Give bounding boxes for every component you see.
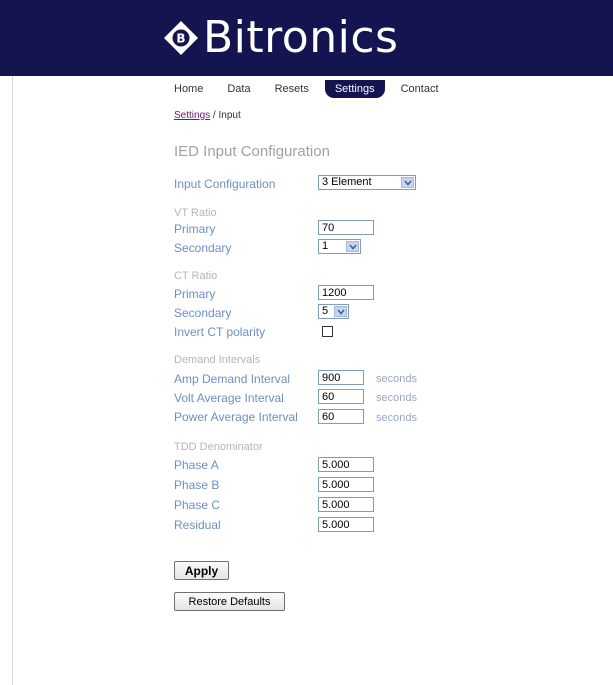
- volt-average-interval-input[interactable]: [318, 389, 364, 404]
- input-configuration-value: 3 Element: [322, 176, 372, 188]
- volt-average-unit: seconds: [376, 392, 417, 404]
- tdd-denominator-heading: TDD Denominator: [174, 441, 263, 453]
- chevron-down-icon: [346, 241, 359, 252]
- residual-label: Residual: [174, 518, 221, 532]
- breadcrumb-settings-link[interactable]: Settings: [174, 110, 210, 121]
- ct-secondary-value: 5: [322, 305, 329, 317]
- invert-ct-polarity-checkbox[interactable]: [322, 326, 333, 337]
- amp-demand-interval-input[interactable]: [318, 370, 364, 385]
- vt-secondary-label: Secondary: [174, 241, 232, 255]
- phase-a-label: Phase A: [174, 458, 219, 472]
- ct-ratio-heading: CT Ratio: [174, 270, 218, 282]
- vt-ratio-heading: VT Ratio: [174, 207, 217, 219]
- ct-primary-label: Primary: [174, 287, 216, 301]
- page-frame: [12, 0, 613, 685]
- brand-logo[interactable]: B Bitronics: [163, 10, 398, 66]
- nav-contact[interactable]: Contact: [401, 80, 439, 98]
- amp-demand-interval-label: Amp Demand Interval: [174, 372, 291, 386]
- vt-primary-label: Primary: [174, 222, 216, 236]
- nav-home[interactable]: Home: [174, 80, 203, 98]
- ct-secondary-label: Secondary: [174, 306, 232, 320]
- demand-intervals-heading: Demand Intervals: [174, 354, 261, 366]
- svg-text:B: B: [176, 32, 185, 46]
- phase-c-input[interactable]: [318, 497, 374, 512]
- vt-secondary-select[interactable]: 1: [318, 239, 361, 254]
- breadcrumb: Settings / Input: [174, 110, 241, 121]
- input-configuration-label: Input Configuration: [174, 177, 276, 191]
- power-average-interval-input[interactable]: [318, 409, 364, 424]
- phase-a-input[interactable]: [318, 457, 374, 472]
- chevron-down-icon: [401, 177, 414, 188]
- nav-settings[interactable]: Settings: [324, 80, 385, 98]
- nav-data[interactable]: Data: [227, 80, 250, 98]
- main-nav: Home Data Resets Settings Contact: [174, 78, 463, 100]
- residual-input[interactable]: [318, 517, 374, 532]
- vt-secondary-value: 1: [322, 240, 329, 252]
- phase-b-label: Phase B: [174, 478, 220, 492]
- invert-ct-polarity-label: Invert CT polarity: [174, 325, 266, 339]
- nav-resets[interactable]: Resets: [275, 80, 309, 98]
- power-average-unit: seconds: [376, 412, 417, 424]
- apply-button[interactable]: Apply: [174, 561, 229, 580]
- phase-b-input[interactable]: [318, 477, 374, 492]
- ct-primary-input[interactable]: [318, 285, 374, 300]
- phase-c-label: Phase C: [174, 498, 221, 512]
- volt-average-interval-label: Volt Average Interval: [174, 391, 284, 405]
- amp-demand-unit: seconds: [376, 373, 417, 385]
- input-configuration-select[interactable]: 3 Element: [318, 175, 416, 190]
- chevron-down-icon: [334, 306, 347, 317]
- ct-secondary-select[interactable]: 5: [318, 304, 349, 319]
- vt-primary-input[interactable]: [318, 220, 374, 235]
- bitronics-diamond-icon: B: [164, 21, 198, 55]
- power-average-interval-label: Power Average Interval: [174, 410, 298, 424]
- restore-defaults-button[interactable]: Restore Defaults: [174, 592, 285, 611]
- brand-name: Bitronics: [203, 12, 399, 63]
- header-banner: B Bitronics: [0, 0, 613, 76]
- breadcrumb-current: Input: [218, 110, 241, 121]
- page-title: IED Input Configuration: [174, 143, 330, 160]
